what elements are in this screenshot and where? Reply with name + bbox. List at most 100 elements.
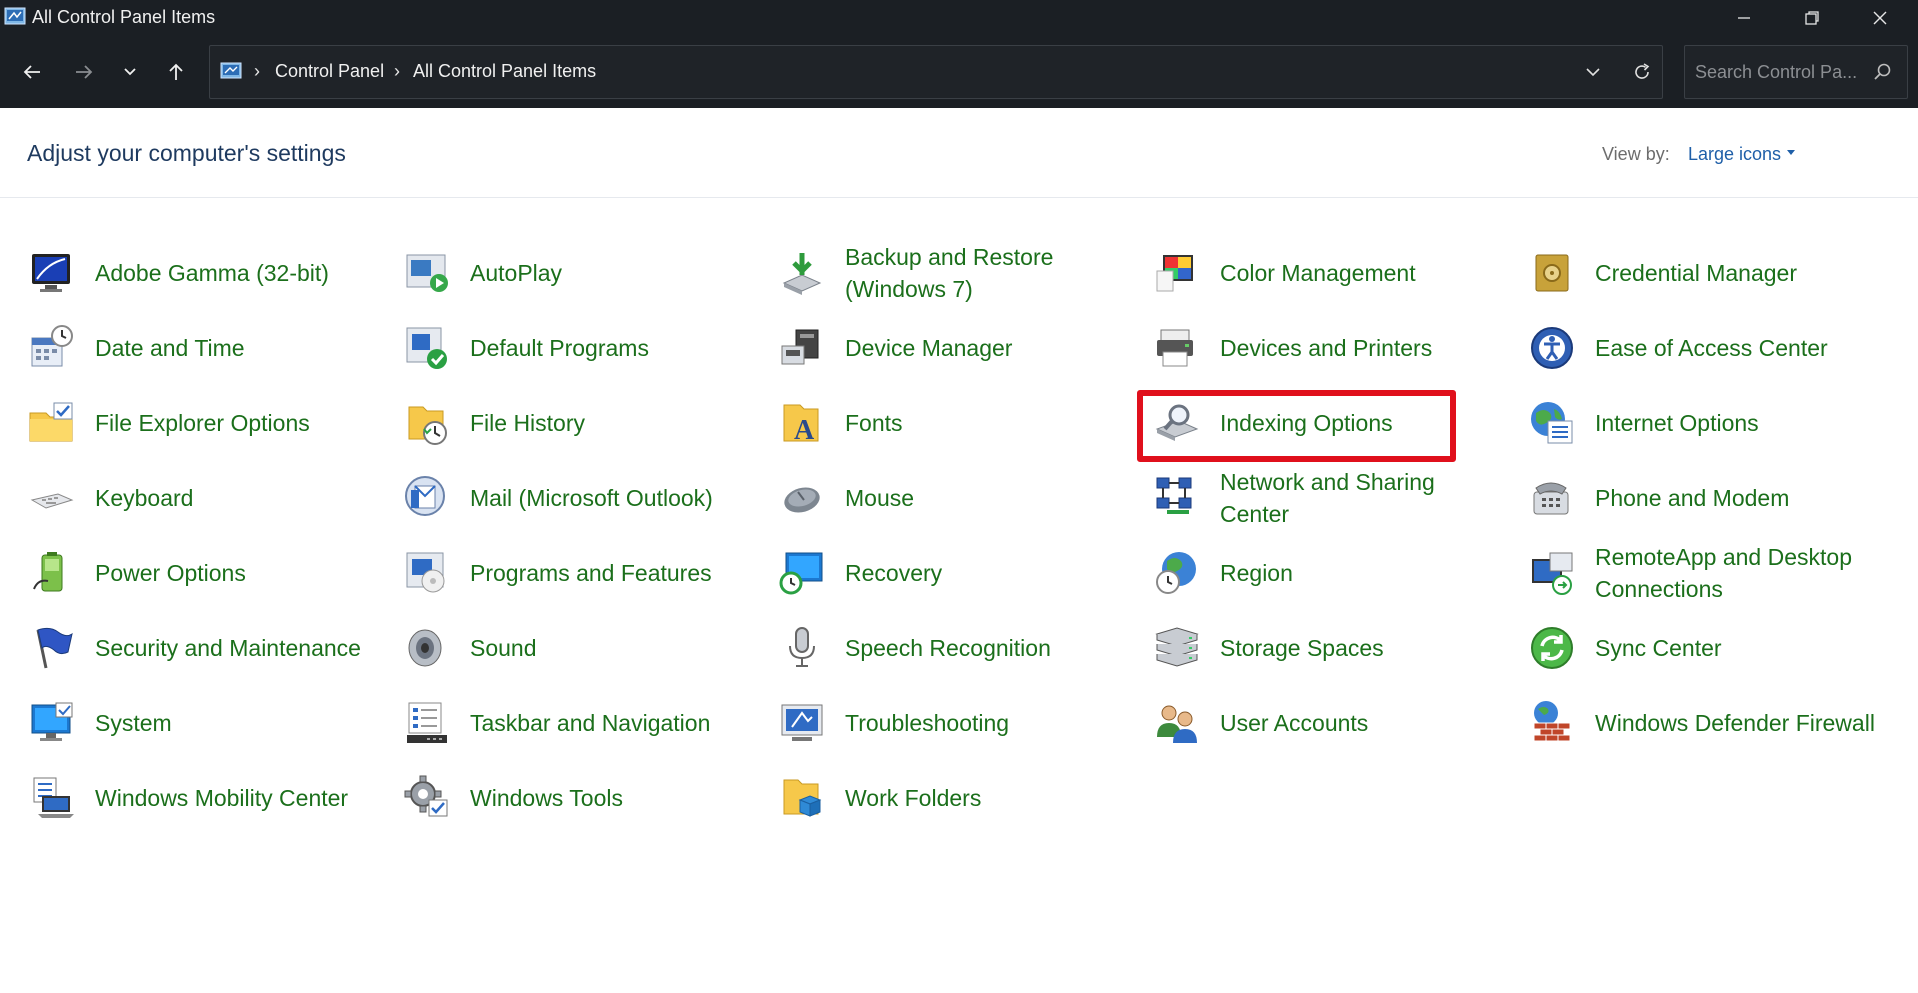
control-panel-item-label: File History: [470, 409, 586, 436]
default-programs-icon: [403, 324, 451, 372]
control-panel-item[interactable]: Adobe Gamma (32-bit): [0, 235, 375, 310]
control-panel-item-label: Mouse: [845, 484, 915, 511]
control-panel-item-label: Troubleshooting: [845, 709, 1010, 736]
arrow-up-icon: [169, 63, 183, 80]
control-panel-item[interactable]: A Fonts: [750, 385, 1125, 460]
control-panel-item-label: Color Management: [1220, 259, 1416, 286]
speaker-icon: [403, 624, 451, 672]
control-panel-item-label: Windows Mobility Center: [95, 784, 349, 811]
control-panel-item[interactable]: RemoteApp and Desktop Connections: [1500, 535, 1875, 610]
control-panel-item-label: Region: [1220, 559, 1293, 586]
control-panel-item[interactable]: Programs and Features: [375, 535, 750, 610]
control-panel-item[interactable]: Windows Defender Firewall: [1500, 685, 1875, 760]
vault-icon: [1528, 249, 1576, 297]
recent-locations-button[interactable]: [110, 52, 150, 92]
control-panel-item[interactable]: Keyboard: [0, 460, 375, 535]
address-bar[interactable]: › Control Panel › All Control Panel Item…: [209, 45, 1663, 99]
system-monitor-icon: [28, 699, 76, 747]
control-panel-item[interactable]: Taskbar and Navigation: [375, 685, 750, 760]
control-panel-item-label: Sound: [470, 634, 537, 661]
control-panel-item-label: Internet Options: [1595, 409, 1759, 436]
breadcrumb-all-items[interactable]: All Control Panel Items: [413, 61, 596, 82]
control-panel-item-label: Recovery: [845, 559, 943, 586]
control-panel-item-label: Sync Center: [1595, 634, 1722, 661]
refresh-button[interactable]: [1622, 46, 1662, 98]
indexing-icon: [1153, 399, 1201, 447]
control-panel-item[interactable]: Default Programs: [375, 310, 750, 385]
search-box[interactable]: [1684, 45, 1908, 99]
control-panel-item-label: Keyboard: [95, 484, 194, 511]
content-header: Adjust your computer's settings View by:…: [0, 108, 1918, 198]
fonts-icon: A: [778, 399, 826, 447]
control-panel-item[interactable]: Windows Mobility Center: [0, 760, 375, 835]
control-panel-item[interactable]: Backup and Restore (Windows 7): [750, 235, 1125, 310]
search-input[interactable]: [1695, 46, 1865, 98]
control-panel-item[interactable]: Network and Sharing Center: [1125, 460, 1500, 535]
control-panel-item[interactable]: Indexing Options: [1125, 385, 1500, 460]
troubleshooting-icon: [778, 699, 826, 747]
users-icon: [1153, 699, 1201, 747]
control-panel-item[interactable]: Power Options: [0, 535, 375, 610]
view-by-value: Large icons: [1688, 144, 1782, 164]
control-panel-item-label: Security and Maintenance: [95, 634, 361, 661]
control-panel-item[interactable]: Device Manager: [750, 310, 1125, 385]
work-folders-icon: [778, 774, 826, 822]
control-panel-item[interactable]: Speech Recognition: [750, 610, 1125, 685]
view-by-dropdown[interactable]: Large icons: [1688, 144, 1796, 165]
breadcrumb-separator: ›: [394, 61, 400, 81]
control-panel-item[interactable]: Mail (Microsoft Outlook): [375, 460, 750, 535]
programs-icon: [403, 549, 451, 597]
control-panel-item[interactable]: Credential Manager: [1500, 235, 1875, 310]
restore-button[interactable]: [1778, 0, 1846, 36]
control-panel-item[interactable]: Ease of Access Center: [1500, 310, 1875, 385]
control-panel-item-label: Phone and Modem: [1595, 484, 1790, 511]
control-panel-item[interactable]: File Explorer Options: [0, 385, 375, 460]
control-panel-item-label: Adobe Gamma (32-bit): [95, 259, 329, 286]
breadcrumb-control-panel[interactable]: Control Panel: [275, 61, 384, 82]
control-panel-item-label: Backup and Restore (Windows 7): [845, 243, 1054, 302]
address-history-button[interactable]: [1570, 46, 1616, 98]
control-panel-item[interactable]: Region: [1125, 535, 1500, 610]
control-panel-item[interactable]: Recovery: [750, 535, 1125, 610]
search-icon[interactable]: [1871, 61, 1893, 83]
forward-button[interactable]: [64, 52, 104, 92]
firewall-icon: [1528, 699, 1576, 747]
control-panel-item-label: Fonts: [845, 409, 903, 436]
control-panel-item[interactable]: Sound: [375, 610, 750, 685]
ease-of-access-icon: [1528, 324, 1576, 372]
autoplay-icon: [403, 249, 451, 297]
color-management-icon: [1153, 249, 1201, 297]
monitor-gamma-icon: [28, 249, 76, 297]
control-panel-item[interactable]: AutoPlay: [375, 235, 750, 310]
control-panel-item-label: Windows Tools: [470, 784, 623, 811]
control-panel-item[interactable]: Sync Center: [1500, 610, 1875, 685]
control-panel-item[interactable]: Troubleshooting: [750, 685, 1125, 760]
control-panel-item-label: Devices and Printers: [1220, 334, 1433, 361]
control-panel-item-label: RemoteApp and Desktop Connections: [1595, 543, 1852, 602]
up-button[interactable]: [156, 52, 196, 92]
back-button[interactable]: [12, 52, 52, 92]
control-panel-item[interactable]: Color Management: [1125, 235, 1500, 310]
control-panel-item-label: Mail (Microsoft Outlook): [470, 484, 713, 511]
control-panel-item[interactable]: Windows Tools: [375, 760, 750, 835]
control-panel-item[interactable]: Date and Time: [0, 310, 375, 385]
control-panel-item[interactable]: Internet Options: [1500, 385, 1875, 460]
arrow-right-icon: [76, 65, 93, 79]
control-panel-item[interactable]: Security and Maintenance: [0, 610, 375, 685]
control-panel-item[interactable]: System: [0, 685, 375, 760]
control-panel-item[interactable]: Phone and Modem: [1500, 460, 1875, 535]
control-panel-item[interactable]: Work Folders: [750, 760, 1125, 835]
breadcrumb-separator: ›: [254, 61, 260, 81]
control-panel-item-label: Credential Manager: [1595, 259, 1798, 286]
control-panel-item[interactable]: Devices and Printers: [1125, 310, 1500, 385]
minimize-button[interactable]: [1710, 0, 1778, 36]
control-panel-item[interactable]: File History: [375, 385, 750, 460]
control-panel-item-label: Storage Spaces: [1220, 634, 1384, 661]
control-panel-item-label: Default Programs: [470, 334, 649, 361]
remote-desktop-icon: [1528, 549, 1576, 597]
control-panel-item[interactable]: Storage Spaces: [1125, 610, 1500, 685]
close-icon: [1873, 11, 1887, 25]
control-panel-item[interactable]: Mouse: [750, 460, 1125, 535]
close-button[interactable]: [1846, 0, 1914, 36]
control-panel-item[interactable]: User Accounts: [1125, 685, 1500, 760]
